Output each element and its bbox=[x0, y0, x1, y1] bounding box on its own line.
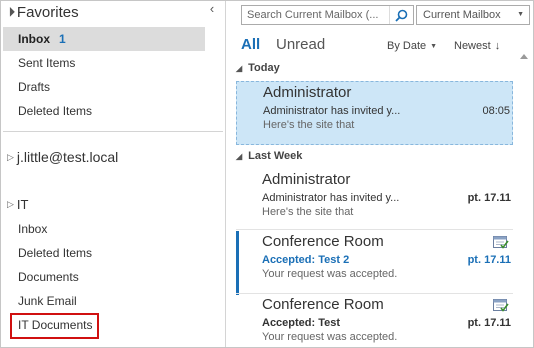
arrow-down-icon: ↓ bbox=[494, 40, 501, 52]
message-time: pt. 17.11 bbox=[467, 192, 511, 204]
collapsed-triangle-icon: ▷ bbox=[7, 151, 14, 162]
group-header-today[interactable]: ◢ Today bbox=[236, 59, 280, 77]
message-preview: Here's the site that bbox=[262, 206, 354, 218]
message-time: 08:05 bbox=[482, 105, 510, 117]
message-sender: Conference Room bbox=[262, 233, 384, 250]
scrollbar[interactable] bbox=[517, 51, 531, 346]
folder-label: Drafts bbox=[18, 80, 51, 94]
collapsed-triangle-icon: ▷ bbox=[7, 198, 14, 209]
chevron-down-icon: ▼ bbox=[430, 42, 438, 50]
account-header-j-little[interactable]: ▷ j.little@test.local bbox=[7, 146, 118, 168]
folder-label: Deleted Items bbox=[18, 246, 93, 260]
message-sender: Administrator bbox=[263, 84, 352, 101]
unread-count-badge: 1 bbox=[59, 32, 66, 46]
expand-triangle-icon: ◢ bbox=[236, 151, 243, 161]
section-divider bbox=[3, 131, 223, 132]
folder-label: Junk Email bbox=[18, 294, 77, 308]
folder-label: Inbox bbox=[18, 222, 48, 236]
message-subject: Accepted: Test bbox=[262, 317, 341, 329]
folder-deleted-items[interactable]: Deleted Items bbox=[3, 99, 205, 123]
favorites-header[interactable]: ◢ Favorites bbox=[3, 2, 79, 22]
search-scope-value: Current Mailbox bbox=[423, 9, 501, 21]
folder-label: Deleted Items bbox=[18, 104, 93, 118]
chevron-down-icon: ▼ bbox=[517, 11, 524, 18]
message-subject: Administrator has invited y... bbox=[262, 192, 400, 204]
folder-it-deleted-items[interactable]: Deleted Items bbox=[3, 241, 205, 265]
message-item[interactable]: Conference Room Accepted: Test Your requ… bbox=[236, 294, 513, 347]
message-preview: Your request was accepted. bbox=[262, 331, 398, 343]
message-preview: Your request was accepted. bbox=[262, 268, 398, 280]
message-divider bbox=[236, 229, 513, 230]
expand-triangle-icon: ◢ bbox=[3, 4, 16, 17]
folder-it-inbox[interactable]: Inbox bbox=[3, 217, 205, 241]
message-item[interactable]: Administrator Administrator has invited … bbox=[236, 169, 513, 233]
search-placeholder: Search Current Mailbox (... bbox=[247, 9, 379, 21]
sort-order-label: Newest bbox=[454, 40, 491, 52]
group-label: Today bbox=[248, 62, 280, 74]
message-list-pane: Search Current Mailbox (... Current Mail… bbox=[226, 1, 533, 347]
favorites-header-label: Favorites bbox=[16, 3, 79, 21]
group-header-last-week[interactable]: ◢ Last Week bbox=[236, 147, 302, 165]
message-time: pt. 17.11 bbox=[467, 317, 511, 329]
account-label: j.little@test.local bbox=[16, 149, 119, 165]
meeting-accepted-icon bbox=[493, 236, 509, 249]
search-scope-dropdown[interactable]: Current Mailbox ▼ bbox=[416, 5, 530, 25]
tab-all[interactable]: All bbox=[241, 36, 260, 53]
folder-label: Documents bbox=[18, 270, 79, 284]
message-item[interactable]: Administrator Administrator has invited … bbox=[236, 81, 513, 145]
search-button[interactable] bbox=[389, 6, 413, 24]
folder-label: Inbox bbox=[18, 32, 50, 46]
expand-triangle-icon: ◢ bbox=[236, 63, 243, 73]
account-header-it[interactable]: ▷ IT bbox=[7, 193, 28, 215]
sort-order-toggle[interactable]: Newest ↓ bbox=[454, 40, 500, 52]
message-item[interactable]: Conference Room Accepted: Test 2 Your re… bbox=[236, 231, 513, 295]
account-label: IT bbox=[16, 196, 29, 212]
collapse-pane-icon[interactable]: ‹ bbox=[205, 2, 219, 16]
meeting-accepted-icon bbox=[493, 299, 509, 312]
sort-by-dropdown[interactable]: By Date ▼ bbox=[387, 40, 437, 52]
folder-drafts[interactable]: Drafts bbox=[3, 75, 205, 99]
folder-it-documents[interactable]: Documents bbox=[3, 265, 205, 289]
message-sender: Administrator bbox=[262, 171, 351, 188]
search-icon bbox=[395, 9, 408, 22]
message-subject: Accepted: Test 2 bbox=[262, 254, 350, 266]
group-label: Last Week bbox=[248, 150, 303, 162]
highlight-annotation-box bbox=[10, 313, 99, 339]
message-preview: Here's the site that bbox=[263, 119, 355, 131]
message-sender: Conference Room bbox=[262, 296, 384, 313]
folder-favorites-inbox[interactable]: Inbox 1 bbox=[3, 27, 205, 51]
sort-by-label: By Date bbox=[387, 40, 427, 52]
tab-unread[interactable]: Unread bbox=[276, 36, 325, 53]
folder-pane: ◢ Favorites ‹ Inbox 1 Sent Items Drafts … bbox=[1, 1, 225, 347]
folder-sent-items[interactable]: Sent Items bbox=[3, 51, 205, 75]
folder-it-junk-email[interactable]: Junk Email bbox=[3, 289, 205, 313]
message-subject: Administrator has invited y... bbox=[263, 105, 401, 117]
folder-label: Sent Items bbox=[18, 56, 76, 70]
message-time: pt. 17.11 bbox=[467, 254, 511, 266]
